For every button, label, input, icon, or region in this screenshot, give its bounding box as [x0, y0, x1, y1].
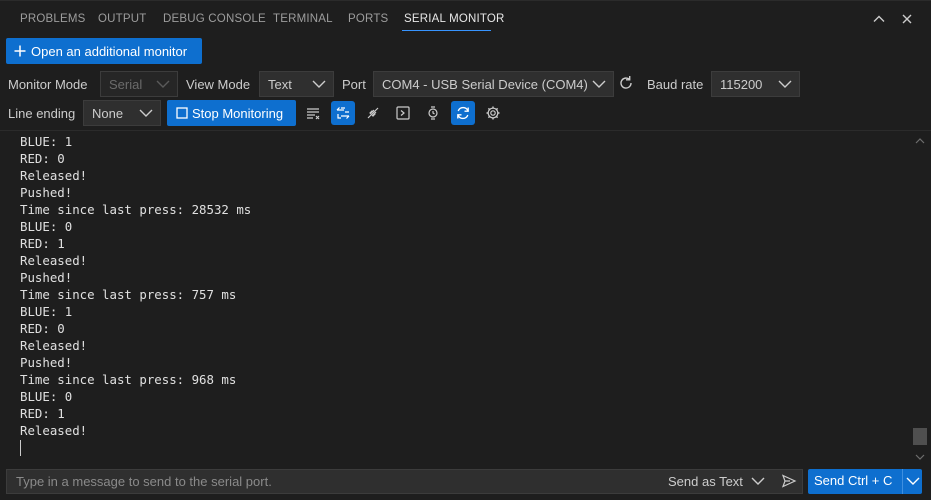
output-line: Released! [20, 168, 88, 183]
close-icon[interactable] [898, 10, 916, 28]
stop-monitoring-button[interactable]: Stop Monitoring [167, 100, 296, 126]
send-bar: Send as Text [6, 469, 803, 494]
active-tab-indicator [402, 30, 491, 31]
output-line: Time since last press: 28532 ms [20, 202, 252, 217]
chevron-down-icon[interactable] [905, 474, 921, 488]
baud-rate-select[interactable]: 115200 [711, 71, 800, 97]
open-additional-monitor-label: Open an additional monitor [31, 43, 188, 59]
tab-output[interactable]: OUTPUT [98, 13, 146, 25]
watch-icon[interactable] [421, 101, 445, 125]
output-line: RED: 1 [20, 236, 65, 251]
send-arrow-icon[interactable] [780, 473, 798, 489]
output-line: Pushed! [20, 355, 73, 370]
output-line: RED: 1 [20, 406, 65, 421]
output-line: Released! [20, 423, 88, 438]
port-value: COM4 - USB Serial Device (COM4) [382, 76, 588, 92]
scroll-down-icon[interactable] [915, 452, 925, 462]
output-line: Pushed! [20, 185, 73, 200]
chevron-down-icon [312, 80, 326, 88]
panel-tab-bar: PROBLEMS OUTPUT DEBUG CONSOLE TERMINAL P… [0, 0, 931, 36]
refresh-ports-icon[interactable] [617, 74, 635, 92]
send-ctrl-c-button[interactable]: Send Ctrl + C [808, 469, 922, 494]
output-line: Released! [20, 338, 88, 353]
output-caret [20, 440, 21, 456]
settings-icon[interactable] [481, 101, 505, 125]
scroll-up-icon[interactable] [915, 136, 925, 146]
output-line: BLUE: 0 [20, 219, 73, 234]
output-line: Time since last press: 968 ms [20, 372, 237, 387]
plus-icon [13, 44, 27, 58]
baud-rate-label: Baud rate [647, 77, 704, 92]
line-ending-label: Line ending [8, 106, 76, 121]
chevron-down-icon [139, 109, 153, 117]
output-line: RED: 0 [20, 151, 65, 166]
open-additional-monitor-button[interactable]: Open an additional monitor [6, 38, 202, 64]
monitor-mode-label: Monitor Mode [8, 77, 88, 92]
monitor-mode-value: Serial [109, 76, 143, 92]
tab-serial-monitor[interactable]: SERIAL MONITOR [404, 13, 505, 25]
view-mode-value: Text [268, 76, 292, 92]
output-line: BLUE: 0 [20, 389, 73, 404]
tab-terminal[interactable]: TERMINAL [273, 13, 333, 25]
stop-monitoring-label: Stop Monitoring [192, 105, 284, 121]
output-scrollbar[interactable] [913, 136, 927, 462]
chevron-down-icon [592, 80, 606, 88]
tab-debug-console[interactable]: DEBUG CONSOLE [163, 13, 266, 25]
tab-ports[interactable]: PORTS [348, 13, 388, 25]
output-line: RED: 0 [20, 321, 65, 336]
connect-icon[interactable] [361, 101, 385, 125]
scroll-thumb[interactable] [913, 428, 927, 445]
line-ending-value: None [92, 105, 124, 121]
chevron-up-icon[interactable] [870, 10, 888, 28]
port-label: Port [342, 77, 366, 92]
auto-scroll-icon[interactable] [451, 101, 475, 125]
send-mode-select[interactable]: Send as Text [668, 474, 743, 489]
serial-output: BLUE: 1 RED: 0 Released! Pushed! Time since … [20, 133, 900, 463]
baud-rate-value: 115200 [720, 76, 763, 92]
stop-square-icon [176, 107, 188, 119]
send-message-input[interactable] [7, 470, 657, 493]
view-mode-label: View Mode [186, 77, 251, 92]
output-line: BLUE: 1 [20, 134, 73, 149]
clear-output-icon[interactable] [301, 101, 325, 125]
chevron-down-icon [778, 80, 792, 88]
tab-problems[interactable]: PROBLEMS [20, 13, 86, 25]
port-select[interactable]: COM4 - USB Serial Device (COM4) [373, 71, 614, 97]
terminal-icon[interactable] [391, 101, 415, 125]
output-line: Time since last press: 757 ms [20, 287, 237, 302]
send-ctrl-c-label: Send Ctrl + C [814, 473, 893, 488]
output-line: Released! [20, 253, 88, 268]
view-mode-select[interactable]: Text [259, 71, 334, 97]
toolbar-divider [0, 130, 931, 131]
output-line: Pushed! [20, 270, 73, 285]
button-separator [902, 469, 903, 494]
toggle-timestamp-icon[interactable] [331, 101, 355, 125]
output-line: BLUE: 1 [20, 304, 73, 319]
line-ending-select[interactable]: None [83, 100, 161, 126]
chevron-down-icon[interactable] [750, 474, 766, 488]
monitor-mode-select: Serial [100, 71, 178, 97]
chevron-down-icon [156, 80, 170, 88]
